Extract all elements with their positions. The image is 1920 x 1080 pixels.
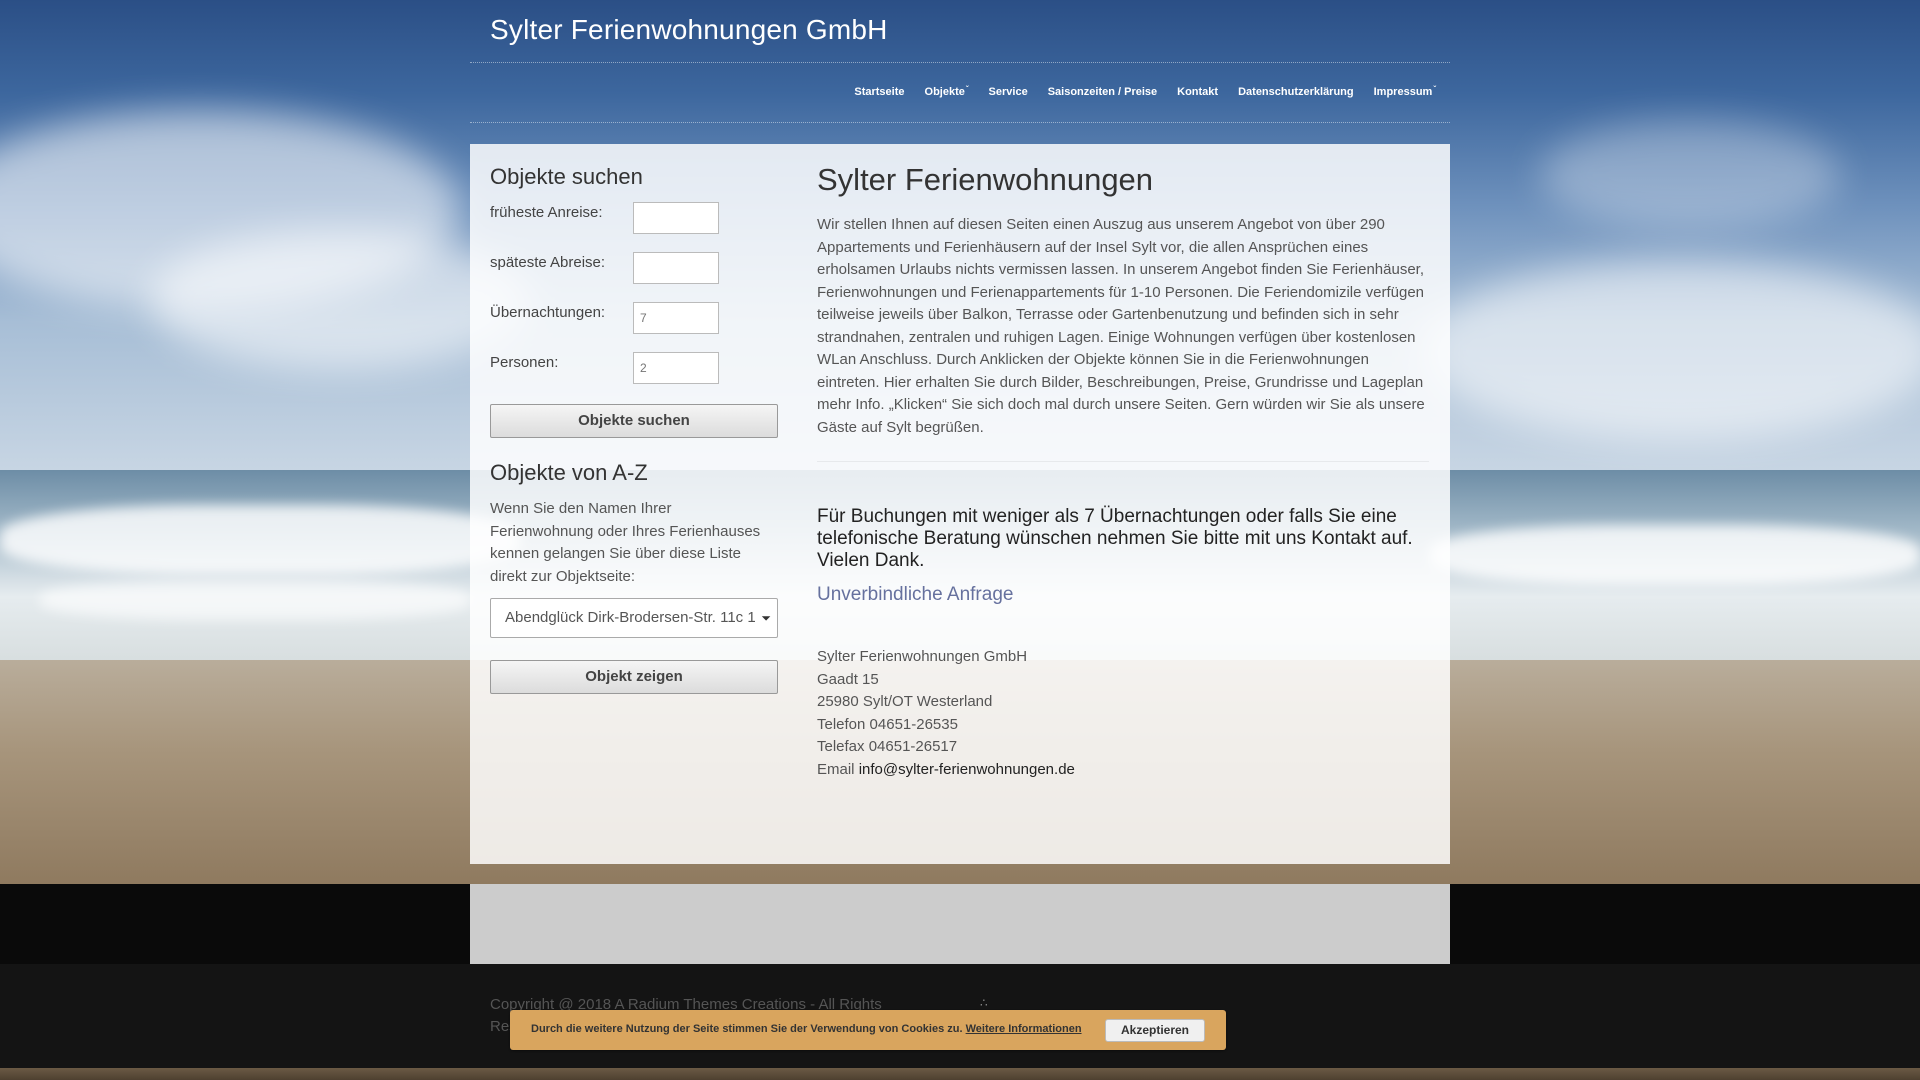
nav-item-startseite[interactable]: Startseite	[844, 86, 914, 98]
address-phone: Telefon 04651-26535	[817, 715, 958, 733]
object-select-value: Abendglück Dirk-Brodersen-Str. 11c 1	[505, 609, 756, 626]
rss-icon[interactable]: ∴	[980, 996, 988, 1010]
content-divider	[817, 461, 1429, 462]
address-email-row: Email info@sylter-ferienwohnungen.de	[817, 759, 1429, 782]
cookie-more-info-link[interactable]: Weitere Informationen	[966, 1023, 1082, 1035]
nights-label: Übernachtungen:	[490, 304, 606, 321]
nav-item-label: Startseite	[854, 86, 905, 98]
wave-foam	[0, 505, 520, 575]
nav-item-label: Kontakt	[1177, 86, 1219, 98]
sidebar: Objekte suchen früheste Anreise: spätest…	[490, 164, 778, 694]
cookie-banner: Durch die weitere Nutzung der Seite stim…	[510, 1010, 1226, 1050]
nav-divider	[470, 122, 1450, 123]
az-description: Wenn Sie den Namen Ihrer Ferienwohnung o…	[490, 500, 761, 585]
nav-item-label: Saisonzeiten / Preise	[1047, 86, 1158, 98]
inquiry-link[interactable]: Unverbindliche Anfrage	[817, 584, 1429, 606]
search-objects-button[interactable]: Objekte suchen	[490, 404, 778, 438]
nav-item-objekte[interactable]: Objekteˇ	[915, 85, 979, 98]
az-heading: Objekte von A-Z	[490, 460, 648, 485]
object-select[interactable]: Abendglück Dirk-Brodersen-Str. 11c 1 ⏷	[490, 598, 778, 638]
arrival-date-input[interactable]	[633, 202, 719, 234]
nav-item-label: Datenschutzerklärung	[1238, 86, 1354, 98]
cookie-message-row: Durch die weitere Nutzung der Seite stim…	[531, 1023, 1082, 1035]
email-label: Email	[817, 760, 859, 778]
chevron-down-icon: ˇ	[965, 85, 969, 94]
nav-item-datenschutz[interactable]: Datenschutzerklärung	[1228, 86, 1364, 98]
nav-item-label: Objekte	[924, 86, 965, 98]
nav-item-label: Impressum	[1373, 86, 1433, 98]
cookie-accept-button[interactable]: Akzeptieren	[1105, 1019, 1205, 1042]
address-company: Sylter Ferienwohnungen GmbH	[817, 648, 1028, 665]
nav-item-label: Service	[988, 86, 1028, 98]
content-panel: Objekte suchen früheste Anreise: spätest…	[470, 144, 1450, 864]
intro-text: Wir stellen Ihnen auf diesen Seiten eine…	[817, 216, 1425, 436]
beach-strip	[0, 1068, 1920, 1080]
address-city: 25980 Sylt/OT Westerland	[817, 693, 993, 710]
chevron-down-icon: ˇ	[1433, 85, 1436, 94]
booking-notice: Für Buchungen mit weniger als 7 Übernach…	[817, 506, 1413, 571]
nights-row: Übernachtungen:	[490, 302, 778, 352]
cookie-message: Durch die weitere Nutzung der Seite stim…	[531, 1023, 963, 1035]
main-nav: Startseite Objekteˇ Service Saisonzeiten…	[844, 85, 1446, 98]
persons-input[interactable]	[633, 352, 719, 384]
persons-row: Personen:	[490, 352, 778, 402]
nav-item-kontakt[interactable]: Kontakt	[1167, 86, 1228, 98]
nav-item-saisonzeiten[interactable]: Saisonzeiten / Preise	[1038, 86, 1167, 98]
header-divider	[470, 62, 1450, 63]
cloud	[1420, 260, 1920, 440]
departure-label: späteste Abreise:	[490, 254, 606, 271]
show-object-button[interactable]: Objekt zeigen	[490, 660, 778, 694]
persons-label: Personen:	[490, 354, 559, 371]
nav-item-impressum[interactable]: Impressumˇ	[1364, 85, 1446, 98]
main-content: Sylter Ferienwohnungen Wir stellen Ihnen…	[817, 162, 1429, 781]
arrival-label: früheste Anreise:	[490, 204, 603, 221]
departure-row: späteste Abreise:	[490, 252, 778, 302]
email-link[interactable]: info@sylter-ferienwohnungen.de	[859, 761, 1075, 778]
nav-item-service[interactable]: Service	[979, 86, 1038, 98]
departure-date-input[interactable]	[633, 252, 719, 284]
cloud	[1540, 120, 1840, 230]
chevron-down-icon: ⏷	[761, 611, 771, 625]
site-title[interactable]: Sylter Ferienwohnungen GmbH	[490, 14, 888, 46]
address-block: Sylter Ferienwohnungen GmbH Gaadt 15 259…	[817, 646, 1429, 781]
arrival-row: früheste Anreise:	[490, 202, 778, 252]
wave-foam	[1430, 525, 1920, 585]
nights-input[interactable]	[633, 302, 719, 334]
page-title: Sylter Ferienwohnungen	[817, 162, 1154, 197]
search-heading: Objekte suchen	[490, 164, 643, 189]
footer-widget-area	[470, 884, 1450, 964]
address-fax: Telefax 04651-26517	[817, 738, 958, 755]
address-street: Gaadt 15	[817, 670, 879, 688]
wave-foam	[40, 580, 470, 620]
